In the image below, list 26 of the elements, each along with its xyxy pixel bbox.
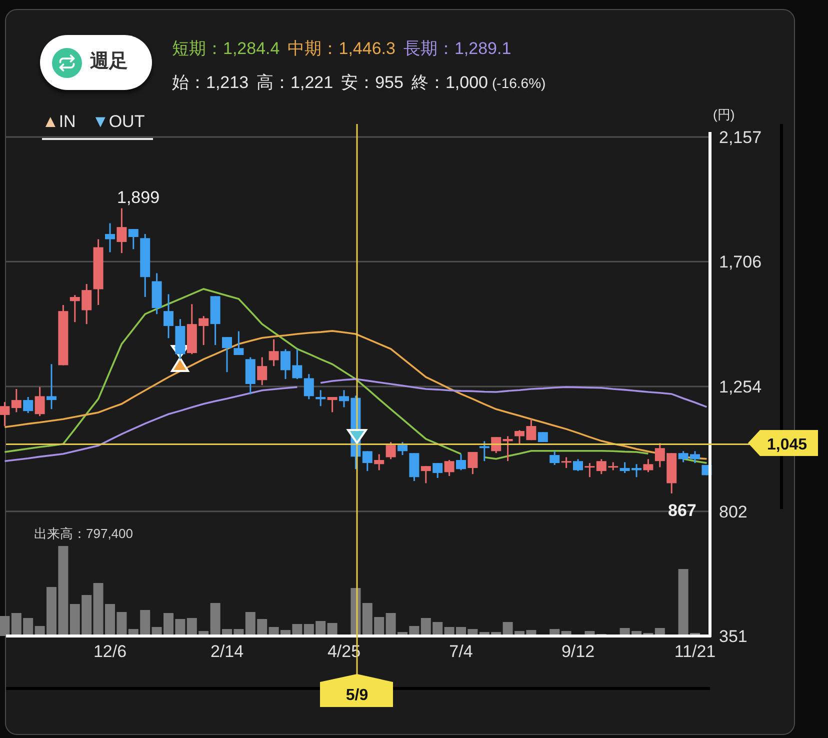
price-value: 終：1,000 xyxy=(411,72,488,94)
price-value: 始：1,213 xyxy=(172,72,249,94)
price-value: 安：955 xyxy=(341,72,404,94)
x-axis-label: 2/14 xyxy=(210,642,244,661)
y-axis-label: 1,254 xyxy=(719,378,762,396)
in-out-legend[interactable]: ▲IN ▼OUT xyxy=(42,112,153,140)
cursor-date-tag: 5/9 xyxy=(320,674,393,707)
x-axis-label: 11/21 xyxy=(674,642,716,661)
y-axis-label: 1,706 xyxy=(719,252,762,272)
price-value: 高：1,221 xyxy=(256,72,334,94)
moving-average-value: 短期：1,284.4 xyxy=(172,38,280,60)
current-price-tag: 1,045 xyxy=(748,430,818,456)
moving-average-value: 長期：1,289.1 xyxy=(403,38,512,60)
y-axis-label: 802 xyxy=(719,502,748,522)
y-axis-label: 2,157 xyxy=(719,128,762,147)
timeframe-button[interactable]: 週足 xyxy=(40,35,152,90)
x-axis-label: 12/6 xyxy=(93,642,127,661)
volume-label: 出来高：797,400 xyxy=(34,526,133,541)
y-axis-label: 351 xyxy=(719,627,748,646)
currency-unit: (円) xyxy=(713,107,735,122)
change-percent: (-16.6%) xyxy=(492,74,546,93)
high-price-label: 1,899 xyxy=(117,188,160,207)
low-price-label: 867 xyxy=(668,501,696,520)
x-axis-label: 7/4 xyxy=(449,642,473,661)
moving-average-value: 中期：1,446.3 xyxy=(288,38,396,60)
x-axis-label: 9/12 xyxy=(561,642,595,661)
